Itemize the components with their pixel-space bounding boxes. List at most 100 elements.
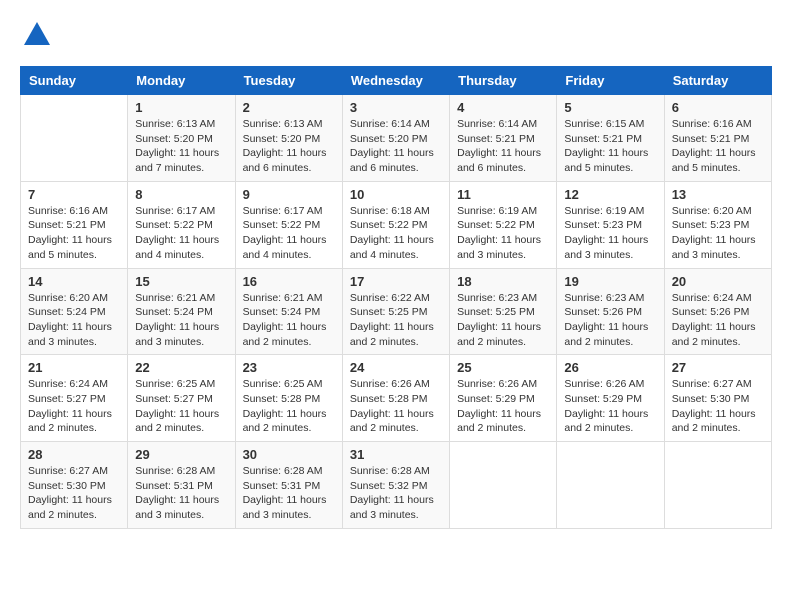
calendar-cell (664, 442, 771, 529)
day-number: 13 (672, 187, 764, 202)
calendar-cell: 29 Sunrise: 6:28 AM Sunset: 5:31 PM Dayli… (128, 442, 235, 529)
calendar-week-4: 21Sunrise: 6:24 AM Sunset: 5:27 PM Dayli… (21, 355, 772, 442)
day-number: 17 (350, 274, 442, 289)
calendar-cell: 30Sunrise: 6:28 AM Sunset: 5:31 PM Dayli… (235, 442, 342, 529)
day-number: 24 (350, 360, 442, 375)
day-info: Sunrise: 6:24 AM Sunset: 5:27 PM Dayligh… (28, 377, 120, 436)
day-number: 4 (457, 100, 549, 115)
calendar-cell: 27 Sunrise: 6:27 AM Sunset: 5:30 PM Dayli… (664, 355, 771, 442)
day-info: Sunrise: 6:26 AM Sunset: 5:28 PM Dayligh… (350, 377, 442, 436)
calendar-cell: 10 Sunrise: 6:18 AM Sunset: 5:22 PM Dayli… (342, 181, 449, 268)
logo-icon (22, 20, 52, 50)
calendar-cell: 17 Sunrise: 6:22 AM Sunset: 5:25 PM Dayli… (342, 268, 449, 355)
calendar-cell (557, 442, 664, 529)
day-number: 26 (564, 360, 656, 375)
calendar-cell: 25 Sunrise: 6:26 AM Sunset: 5:29 PM Dayli… (450, 355, 557, 442)
day-info: Sunrise: 6:15 AM Sunset: 5:21 PM Dayligh… (564, 117, 656, 176)
calendar-week-3: 14 Sunrise: 6:20 AM Sunset: 5:24 PM Dayli… (21, 268, 772, 355)
calendar-week-2: 7 Sunrise: 6:16 AM Sunset: 5:21 PM Daylig… (21, 181, 772, 268)
day-info: Sunrise: 6:24 AM Sunset: 5:26 PM Dayligh… (672, 291, 764, 350)
weekday-header-saturday: Saturday (664, 67, 771, 95)
day-info: Sunrise: 6:28 AM Sunset: 5:31 PM Dayligh… (135, 464, 227, 523)
calendar-cell: 19Sunrise: 6:23 AM Sunset: 5:26 PM Dayli… (557, 268, 664, 355)
day-info: Sunrise: 6:20 AM Sunset: 5:24 PM Dayligh… (28, 291, 120, 350)
calendar-cell: 5 Sunrise: 6:15 AM Sunset: 5:21 PM Daylig… (557, 95, 664, 182)
day-info: Sunrise: 6:14 AM Sunset: 5:21 PM Dayligh… (457, 117, 549, 176)
calendar-header-row: SundayMondayTuesdayWednesdayThursdayFrid… (21, 67, 772, 95)
day-number: 8 (135, 187, 227, 202)
logo (20, 20, 52, 56)
day-number: 29 (135, 447, 227, 462)
calendar-cell: 4 Sunrise: 6:14 AM Sunset: 5:21 PM Daylig… (450, 95, 557, 182)
day-number: 25 (457, 360, 549, 375)
day-number: 28 (28, 447, 120, 462)
weekday-header-friday: Friday (557, 67, 664, 95)
calendar-cell: 18 Sunrise: 6:23 AM Sunset: 5:25 PM Dayli… (450, 268, 557, 355)
day-number: 12 (564, 187, 656, 202)
calendar-cell (450, 442, 557, 529)
day-number: 18 (457, 274, 549, 289)
day-info: Sunrise: 6:22 AM Sunset: 5:25 PM Dayligh… (350, 291, 442, 350)
day-info: Sunrise: 6:21 AM Sunset: 5:24 PM Dayligh… (135, 291, 227, 350)
day-info: Sunrise: 6:26 AM Sunset: 5:29 PM Dayligh… (564, 377, 656, 436)
day-info: Sunrise: 6:19 AM Sunset: 5:23 PM Dayligh… (564, 204, 656, 263)
weekday-header-monday: Monday (128, 67, 235, 95)
calendar-week-1: 1 Sunrise: 6:13 AM Sunset: 5:20 PM Daylig… (21, 95, 772, 182)
day-number: 6 (672, 100, 764, 115)
day-info: Sunrise: 6:16 AM Sunset: 5:21 PM Dayligh… (672, 117, 764, 176)
day-info: Sunrise: 6:25 AM Sunset: 5:27 PM Dayligh… (135, 377, 227, 436)
weekday-header-sunday: Sunday (21, 67, 128, 95)
day-info: Sunrise: 6:17 AM Sunset: 5:22 PM Dayligh… (135, 204, 227, 263)
day-info: Sunrise: 6:25 AM Sunset: 5:28 PM Dayligh… (243, 377, 335, 436)
calendar-cell: 13 Sunrise: 6:20 AM Sunset: 5:23 PM Dayli… (664, 181, 771, 268)
day-number: 31 (350, 447, 442, 462)
calendar-cell: 22 Sunrise: 6:25 AM Sunset: 5:27 PM Dayli… (128, 355, 235, 442)
day-number: 9 (243, 187, 335, 202)
calendar-cell: 3Sunrise: 6:14 AM Sunset: 5:20 PM Daylig… (342, 95, 449, 182)
calendar-cell: 26 Sunrise: 6:26 AM Sunset: 5:29 PM Dayli… (557, 355, 664, 442)
day-number: 20 (672, 274, 764, 289)
calendar-cell: 24 Sunrise: 6:26 AM Sunset: 5:28 PM Dayli… (342, 355, 449, 442)
calendar-cell: 21Sunrise: 6:24 AM Sunset: 5:27 PM Dayli… (21, 355, 128, 442)
calendar-cell: 6 Sunrise: 6:16 AM Sunset: 5:21 PM Daylig… (664, 95, 771, 182)
day-number: 11 (457, 187, 549, 202)
day-number: 5 (564, 100, 656, 115)
day-info: Sunrise: 6:13 AM Sunset: 5:20 PM Dayligh… (135, 117, 227, 176)
day-number: 7 (28, 187, 120, 202)
day-info: Sunrise: 6:27 AM Sunset: 5:30 PM Dayligh… (672, 377, 764, 436)
day-number: 23 (243, 360, 335, 375)
day-number: 27 (672, 360, 764, 375)
calendar-cell: 28 Sunrise: 6:27 AM Sunset: 5:30 PM Dayli… (21, 442, 128, 529)
page-header (20, 20, 772, 56)
day-number: 10 (350, 187, 442, 202)
weekday-header-thursday: Thursday (450, 67, 557, 95)
day-number: 14 (28, 274, 120, 289)
day-number: 30 (243, 447, 335, 462)
day-info: Sunrise: 6:21 AM Sunset: 5:24 PM Dayligh… (243, 291, 335, 350)
day-info: Sunrise: 6:16 AM Sunset: 5:21 PM Dayligh… (28, 204, 120, 263)
calendar-cell: 16 Sunrise: 6:21 AM Sunset: 5:24 PM Dayli… (235, 268, 342, 355)
calendar-cell (21, 95, 128, 182)
day-info: Sunrise: 6:13 AM Sunset: 5:20 PM Dayligh… (243, 117, 335, 176)
day-number: 16 (243, 274, 335, 289)
calendar-cell: 7 Sunrise: 6:16 AM Sunset: 5:21 PM Daylig… (21, 181, 128, 268)
calendar-cell: 2Sunrise: 6:13 AM Sunset: 5:20 PM Daylig… (235, 95, 342, 182)
calendar-week-5: 28 Sunrise: 6:27 AM Sunset: 5:30 PM Dayli… (21, 442, 772, 529)
day-info: Sunrise: 6:20 AM Sunset: 5:23 PM Dayligh… (672, 204, 764, 263)
calendar-cell: 8 Sunrise: 6:17 AM Sunset: 5:22 PM Daylig… (128, 181, 235, 268)
day-info: Sunrise: 6:23 AM Sunset: 5:26 PM Dayligh… (564, 291, 656, 350)
day-number: 22 (135, 360, 227, 375)
day-number: 15 (135, 274, 227, 289)
day-info: Sunrise: 6:27 AM Sunset: 5:30 PM Dayligh… (28, 464, 120, 523)
day-info: Sunrise: 6:23 AM Sunset: 5:25 PM Dayligh… (457, 291, 549, 350)
day-info: Sunrise: 6:26 AM Sunset: 5:29 PM Dayligh… (457, 377, 549, 436)
calendar-cell: 12 Sunrise: 6:19 AM Sunset: 5:23 PM Dayli… (557, 181, 664, 268)
day-number: 1 (135, 100, 227, 115)
weekday-header-wednesday: Wednesday (342, 67, 449, 95)
day-info: Sunrise: 6:18 AM Sunset: 5:22 PM Dayligh… (350, 204, 442, 263)
calendar-cell: 20 Sunrise: 6:24 AM Sunset: 5:26 PM Dayli… (664, 268, 771, 355)
weekday-header-tuesday: Tuesday (235, 67, 342, 95)
day-info: Sunrise: 6:17 AM Sunset: 5:22 PM Dayligh… (243, 204, 335, 263)
calendar-cell: 31Sunrise: 6:28 AM Sunset: 5:32 PM Dayli… (342, 442, 449, 529)
calendar-table: SundayMondayTuesdayWednesdayThursdayFrid… (20, 66, 772, 529)
